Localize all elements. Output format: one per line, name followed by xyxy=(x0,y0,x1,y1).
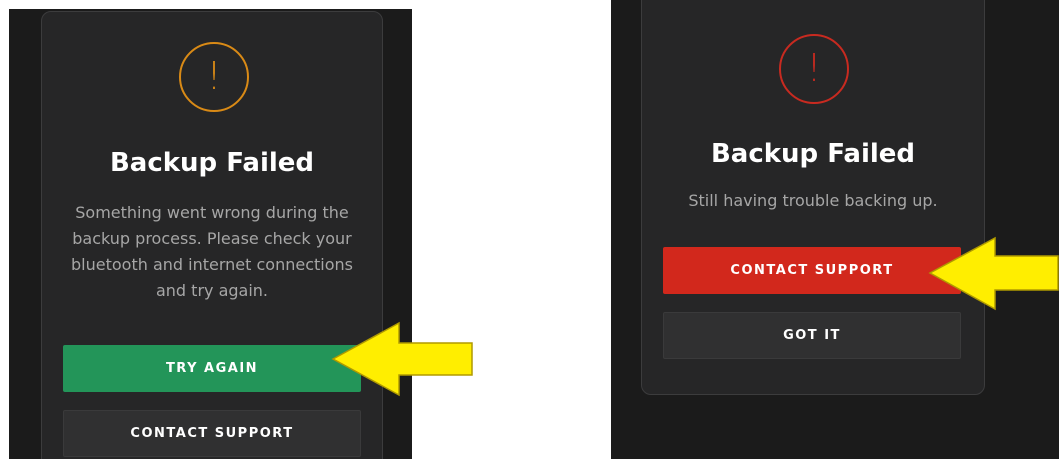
error-circle-icon: ! xyxy=(779,34,849,104)
dialog-message: Still having trouble backing up. xyxy=(688,191,938,210)
dialog-title: Backup Failed xyxy=(710,139,916,169)
dialog-title: Backup Failed xyxy=(109,148,315,178)
exclamation-glyph: ! xyxy=(206,54,222,98)
exclamation-glyph: ! xyxy=(806,46,822,90)
dialog-message: Something went wrong during the backup p… xyxy=(71,203,353,300)
screenshot-panel-right: ! Backup Failed Still having trouble bac… xyxy=(611,0,1059,459)
backup-failed-dialog: ! Backup Failed Still having trouble bac… xyxy=(641,0,985,395)
annotation-arrow-icon xyxy=(331,321,473,397)
annotation-arrow-icon xyxy=(928,236,1059,311)
try-again-button[interactable]: TRY AGAIN xyxy=(63,345,361,392)
warning-circle-icon: ! xyxy=(179,42,249,112)
got-it-button[interactable]: GOT IT xyxy=(663,312,961,359)
contact-support-button[interactable]: CONTACT SUPPORT xyxy=(663,247,961,294)
contact-support-button[interactable]: CONTACT SUPPORT xyxy=(63,410,361,457)
